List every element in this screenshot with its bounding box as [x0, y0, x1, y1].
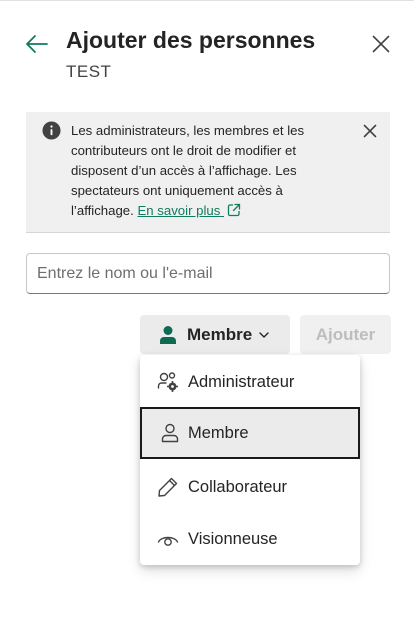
menu-item-membre[interactable]: Membre	[140, 407, 360, 459]
menu-item-administrateur[interactable]: Administrateur	[140, 356, 360, 408]
role-dropdown-label: Membre	[187, 324, 253, 344]
role-dropdown-button[interactable]: Membre	[140, 315, 290, 354]
info-banner: Les administrateurs, les membres et les …	[26, 112, 390, 233]
eye-icon	[157, 536, 179, 546]
menu-item-visionneuse[interactable]: Visionneuse	[140, 513, 360, 565]
dialog-title: Ajouter des personnes	[66, 27, 316, 53]
menu-item-collaborateur[interactable]: Collaborateur	[140, 461, 360, 513]
close-icon	[372, 35, 390, 53]
dismiss-banner-button[interactable]	[359, 120, 381, 142]
people-search-field[interactable]	[26, 253, 390, 294]
role-menu: Administrateur Membre Collaborateur Visi…	[140, 355, 360, 565]
dialog-subtitle: TEST	[66, 62, 112, 81]
menu-item-label: Membre	[188, 423, 249, 442]
people-search-input[interactable]	[27, 254, 377, 293]
menu-item-label: Administrateur	[188, 372, 295, 391]
menu-item-label: Collaborateur	[188, 477, 288, 496]
person-icon	[161, 423, 179, 443]
banner-message: Les administrateurs, les membres et les …	[71, 121, 346, 221]
arrow-left-icon	[26, 35, 48, 53]
close-icon	[363, 124, 377, 138]
pencil-icon	[158, 477, 178, 497]
learn-more-link[interactable]: En savoir plus	[137, 203, 241, 218]
learn-more-label: En savoir plus	[137, 203, 221, 218]
person-filled-icon	[160, 325, 176, 344]
info-icon	[42, 121, 61, 140]
open-external-icon	[227, 203, 241, 217]
people-settings-icon	[157, 372, 178, 392]
close-dialog-button[interactable]	[368, 31, 394, 57]
menu-item-label: Visionneuse	[188, 529, 278, 548]
chevron-down-icon	[259, 331, 269, 338]
back-button[interactable]	[22, 31, 50, 57]
top-divider	[0, 0, 414, 1]
add-button[interactable]: Ajouter	[300, 315, 391, 354]
